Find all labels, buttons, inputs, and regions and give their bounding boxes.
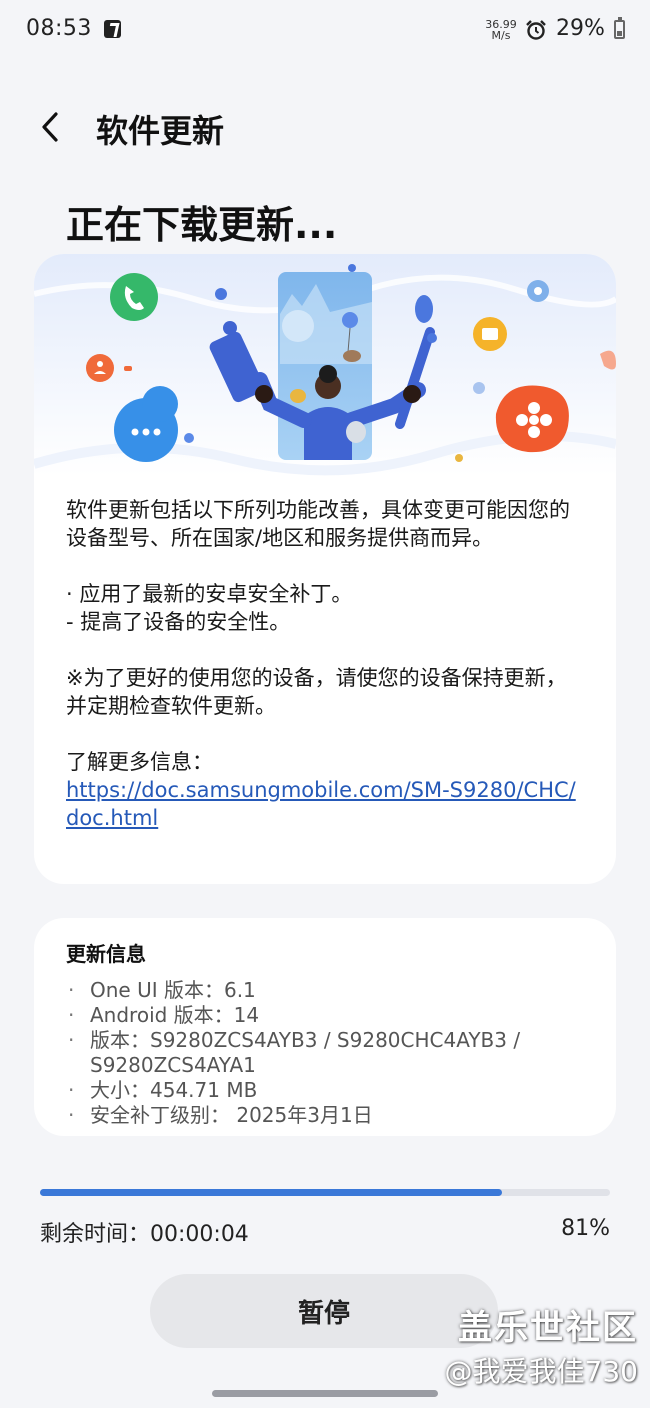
change-item: - 提高了设备的安全性。 — [66, 610, 291, 634]
change-item: · 应用了最新的安卓安全补丁。 — [66, 582, 353, 606]
more-info-label: 了解更多信息： — [66, 750, 213, 774]
note-text: ※为了更好的使用您的设备，请使您的设备保持更新，并定期检查软件更新。 — [66, 666, 567, 718]
update-info-item: · 安全补丁级别： 2025年3月1日 — [68, 1103, 373, 1127]
page-title: 正在下载更新... — [66, 203, 338, 247]
update-description: 软件更新包括以下所列功能改善，具体变更可能因您的设备型号、所在国家/地区和服务提… — [66, 496, 586, 832]
update-info-item: · 版本：S9280ZCS4AYB3 / S9280CHC4AYB3 / S928… — [68, 1028, 521, 1077]
status-bar: 08:53 36.99 M/s 29% — [0, 0, 650, 60]
download-progress-fill — [40, 1189, 502, 1196]
notification-app-icon — [104, 20, 121, 38]
header-title: 软件更新 — [96, 112, 225, 150]
update-info-list: · One UI 版本：6.1 · Android 版本：14 · 版本：S9280Z… — [68, 978, 598, 1128]
watermark-user: @我爱我佳730 — [444, 1355, 638, 1388]
update-info-item: · Android 版本：14 — [68, 1003, 260, 1027]
update-info-title: 更新信息 — [66, 942, 146, 966]
update-info-item: · One UI 版本：6.1 — [68, 978, 256, 1002]
update-description-card: 软件更新包括以下所列功能改善，具体变更可能因您的设备型号、所在国家/地区和服务提… — [34, 254, 616, 884]
download-progress-bar — [40, 1189, 610, 1196]
gesture-navigation-bar[interactable] — [212, 1390, 438, 1397]
alarm-icon — [526, 20, 546, 40]
update-info-card: 更新信息 · One UI 版本：6.1 · Android 版本：14 · 版本：S… — [34, 918, 616, 1136]
more-info-link[interactable]: https://doc.samsungmobile.com/SM-S9280/C… — [66, 778, 576, 830]
intro-text: 软件更新包括以下所列功能改善，具体变更可能因您的设备型号、所在国家/地区和服务提… — [66, 498, 570, 550]
battery-percent: 29% — [556, 16, 605, 41]
network-speed: 36.99 M/s — [482, 19, 520, 41]
network-speed-unit: M/s — [491, 29, 511, 42]
status-time: 08:53 — [26, 16, 92, 41]
progress-percent: 81% — [561, 1216, 610, 1241]
remaining-time: 剩余时间：00:00:04 — [40, 1222, 249, 1247]
update-info-item: · 大小：454.71 MB — [68, 1078, 258, 1102]
update-illustration — [34, 254, 616, 476]
pause-button[interactable]: 暂停 — [150, 1274, 498, 1348]
battery-icon — [614, 17, 625, 39]
back-button[interactable] — [34, 104, 74, 150]
chevron-left-icon — [42, 112, 58, 142]
watermark-community: 盖乐世社区 — [458, 1308, 638, 1348]
